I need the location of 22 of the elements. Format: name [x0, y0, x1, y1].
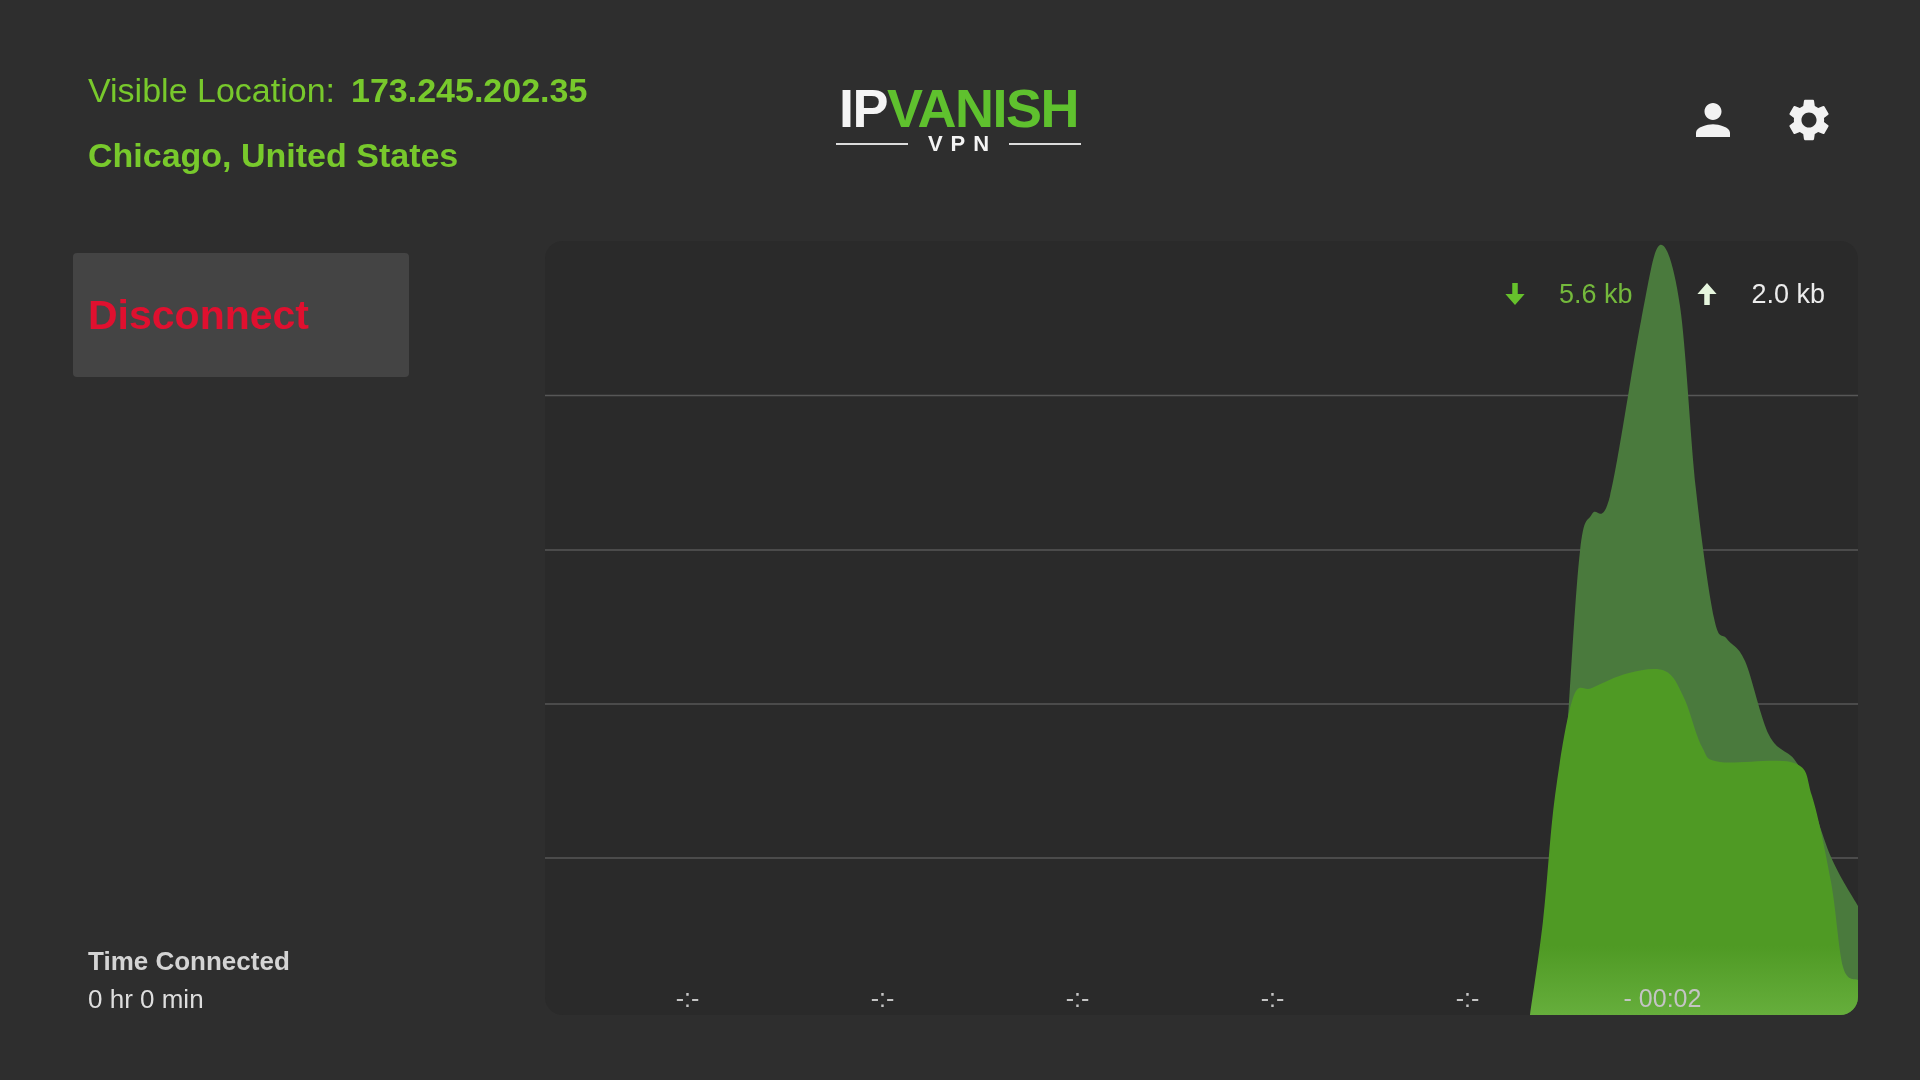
logo-tagline: VPN: [926, 133, 997, 155]
time-axis-label: -:-: [675, 983, 700, 1013]
settings-button[interactable]: [1789, 99, 1829, 141]
arrow-down-icon: [1503, 283, 1526, 305]
time-axis-label: -:-: [1065, 983, 1090, 1013]
logo-wordmark: IPVANISH: [838, 81, 1079, 135]
arrow-up-icon: [1696, 283, 1719, 305]
location-name: Chicago, United States: [88, 135, 459, 175]
time-axis-label: - 00:02: [1623, 983, 1702, 1013]
ip-address: 173.245.202.35: [351, 70, 588, 110]
account-button[interactable]: [1696, 103, 1730, 137]
time-axis-label: -:-: [1260, 983, 1285, 1013]
disconnect-button[interactable]: Disconnect: [73, 253, 409, 377]
traffic-reading: 2.0 kb: [1751, 279, 1825, 309]
time-connected-label: Time Connected: [88, 945, 290, 977]
person-icon: [1696, 103, 1730, 137]
traffic-reading: 5.6 kb: [1558, 279, 1633, 309]
time-axis-label: -:-: [870, 983, 895, 1013]
time-axis-label: -:-: [1455, 983, 1480, 1013]
location-label: Visible Location:: [88, 70, 335, 110]
time-connected-value: 0 hr 0 min: [88, 983, 204, 1015]
settings-icon: [1789, 99, 1829, 141]
